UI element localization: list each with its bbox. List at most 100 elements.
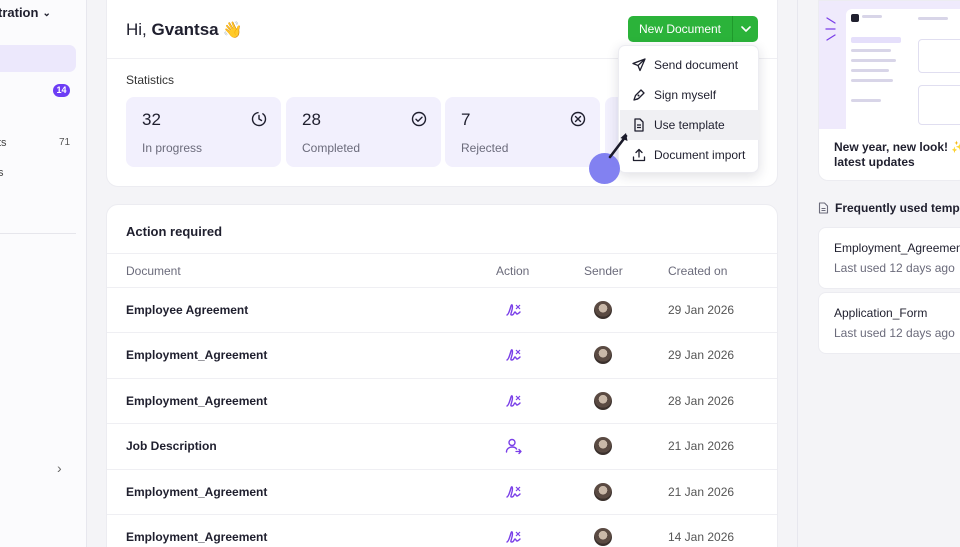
created-date: 21 Jan 2026 <box>668 439 735 453</box>
action-required-card: Action required Document Action Sender C… <box>106 204 778 547</box>
sign-icon[interactable] <box>505 483 523 501</box>
avatar <box>594 392 612 410</box>
document-name[interactable]: Employment_Agreement <box>126 348 267 362</box>
chevron-down-icon[interactable] <box>733 16 758 42</box>
preview-line <box>851 79 893 82</box>
statistics-label: Statistics <box>126 73 175 87</box>
template-last-used: Last used 12 days ago <box>834 261 955 275</box>
greeting: Hi, Gvantsa 👋 <box>126 20 243 40</box>
document-name[interactable]: Employment_Agreement <box>126 394 267 408</box>
sign-icon[interactable] <box>505 528 523 546</box>
user-name: Gvantsa <box>151 20 219 39</box>
new-document-label[interactable]: New Document <box>628 16 732 42</box>
created-date: 29 Jan 2026 <box>668 348 735 362</box>
new-document-menu: Send document Sign myself Use template D… <box>618 45 759 173</box>
menu-item-label: Sign myself <box>654 88 717 102</box>
created-date: 28 Jan 2026 <box>668 394 735 408</box>
sidebar-divider <box>0 233 76 234</box>
template-card[interactable]: Employment_Agreement Last used 12 days a… <box>818 227 960 289</box>
document-name[interactable]: Employee Agreement <box>126 303 248 317</box>
workspace-title: tration <box>0 5 39 20</box>
table-row[interactable]: Employment_Agreement 29 Jan 2026 <box>107 332 777 377</box>
column-header-created-on[interactable]: Created on <box>668 264 727 278</box>
document-name[interactable]: Employment_Agreement <box>126 485 267 499</box>
menu-item-label: Use template <box>654 118 725 132</box>
sign-icon[interactable] <box>505 301 523 319</box>
sign-icon[interactable] <box>505 392 523 410</box>
preview-box <box>918 85 960 125</box>
stat-in-progress[interactable]: 32 In progress <box>126 97 281 167</box>
frequently-used-title: Frequently used templa <box>835 201 960 215</box>
divider <box>107 253 777 254</box>
menu-item-label: Send document <box>654 58 739 72</box>
whats-new-card[interactable]: New year, new look! ✨ latest updates <box>818 0 960 181</box>
preview-line <box>862 15 882 18</box>
action-required-title: Action required <box>126 224 223 239</box>
upload-icon <box>632 148 646 162</box>
send-icon <box>632 58 646 72</box>
preview-line <box>851 59 896 62</box>
table-row[interactable]: Employee Agreement 29 Jan 2026 <box>107 287 777 332</box>
column-header-action: Action <box>496 264 530 278</box>
wave-icon: 👋 <box>222 22 243 39</box>
stat-label: Rejected <box>461 141 509 155</box>
preview-line <box>851 99 881 102</box>
stat-rejected[interactable]: 7 Rejected <box>445 97 600 167</box>
column-header-document[interactable]: Document <box>126 264 181 278</box>
document-name[interactable]: Employment_Agreement <box>126 530 267 544</box>
preview-line <box>851 49 891 52</box>
template-last-used: Last used 12 days ago <box>834 326 955 340</box>
whats-new-line-1: New year, new look! ✨ <box>834 140 960 154</box>
table-row[interactable]: Employment_Agreement 21 Jan 2026 <box>107 469 777 514</box>
sparkle-icon <box>825 17 836 41</box>
frequently-used-templates-heading: Frequently used templa <box>818 201 960 215</box>
menu-item-use-template[interactable]: Use template <box>620 110 759 140</box>
sidebar-item-1-count: 71 <box>59 137 71 148</box>
sidebar-badge: 14 <box>53 84 70 97</box>
avatar <box>594 528 612 546</box>
table-row[interactable]: Employment_Agreement 28 Jan 2026 <box>107 378 777 423</box>
sidebar-item-active[interactable] <box>0 45 76 72</box>
menu-item-sign-myself[interactable]: Sign myself <box>620 80 759 110</box>
document-name[interactable]: Job Description <box>126 439 217 453</box>
chevron-right-icon[interactable]: › <box>57 460 62 476</box>
avatar <box>594 437 612 455</box>
greeting-prefix: Hi, <box>126 20 147 39</box>
sidebar-item-1[interactable]: ts <box>0 137 7 149</box>
cursor-arrow-icon <box>608 133 628 159</box>
created-date: 14 Jan 2026 <box>668 530 735 544</box>
whats-new-text: New year, new look! ✨ latest updates <box>834 140 960 170</box>
stat-label: Completed <box>302 141 361 155</box>
document-icon <box>818 202 829 214</box>
stat-value: 7 <box>461 110 471 129</box>
sidebar: tration⌄ 14 ts 71 s › <box>0 0 87 547</box>
template-card[interactable]: Application_Form Last used 12 days ago <box>818 292 960 354</box>
template-name: Application_Form <box>834 306 928 320</box>
menu-item-send-document[interactable]: Send document <box>620 50 759 80</box>
workspace-switcher[interactable]: tration ⌄ <box>0 5 51 20</box>
whats-new-preview-image <box>819 1 960 129</box>
stat-label: In progress <box>142 141 203 155</box>
preview-highlight <box>851 37 901 43</box>
stat-value: 32 <box>142 110 161 129</box>
whats-new-line-2: latest updates <box>834 155 915 169</box>
template-name: Employment_Agreement <box>834 241 960 255</box>
preview-line <box>918 17 948 20</box>
stat-value: 28 <box>302 110 321 129</box>
table-row[interactable]: Employment_Agreement 14 Jan 2026 <box>107 514 777 547</box>
preview-panel <box>846 9 960 129</box>
chevron-down-icon: ⌄ <box>42 8 51 19</box>
preview-logo <box>851 14 859 22</box>
sidebar-item-2[interactable]: s <box>0 167 4 179</box>
assign-user-icon[interactable] <box>505 437 523 455</box>
menu-item-document-import[interactable]: Document import <box>620 140 759 170</box>
pen-icon <box>633 89 645 101</box>
table-row[interactable]: Job Description 21 Jan 2026 <box>107 423 777 468</box>
stat-completed[interactable]: 28 Completed <box>286 97 441 167</box>
x-circle-icon <box>570 111 586 127</box>
new-document-button[interactable]: New Document <box>628 16 758 42</box>
avatar <box>594 346 612 364</box>
sign-icon[interactable] <box>505 346 523 364</box>
check-circle-icon <box>411 111 427 127</box>
preview-line <box>851 69 889 72</box>
